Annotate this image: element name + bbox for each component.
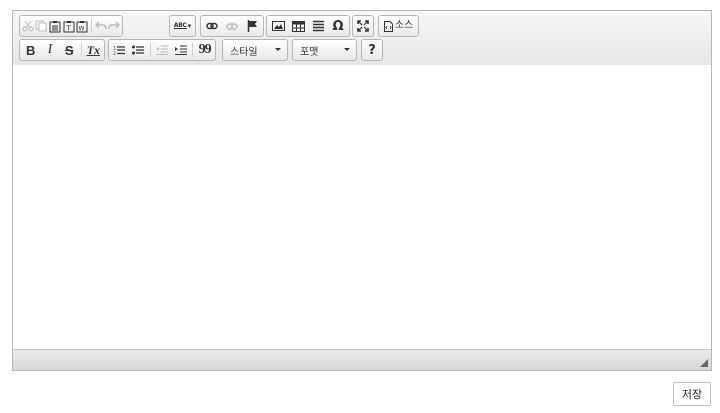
editor-status-bar bbox=[13, 349, 711, 370]
link-icon[interactable] bbox=[202, 16, 222, 36]
help-group: ? bbox=[361, 39, 383, 61]
editor-toolbar: T W ABC ▾ Ω 소스 B I S Tx 1 2 99 스타일 포맷 ? bbox=[13, 11, 711, 66]
style-dropdown-label: 스타일 bbox=[230, 46, 258, 58]
horizontal-line-icon[interactable] bbox=[308, 16, 328, 36]
source-file-icon bbox=[383, 20, 393, 32]
toolbar-separator bbox=[192, 43, 194, 57]
format-dropdown-label: 포맷 bbox=[300, 46, 319, 58]
paste-icon[interactable] bbox=[48, 16, 62, 36]
editor-content-area[interactable] bbox=[13, 65, 711, 350]
chevron-down-icon bbox=[344, 48, 350, 51]
maximize-group bbox=[352, 15, 374, 37]
svg-text:T: T bbox=[65, 24, 71, 32]
special-char-icon[interactable]: Ω bbox=[328, 16, 348, 36]
resize-handle-icon[interactable] bbox=[700, 359, 708, 367]
help-button[interactable]: ? bbox=[363, 40, 381, 60]
strikethrough-button[interactable]: S bbox=[60, 40, 79, 60]
paste-text-icon[interactable]: T bbox=[62, 16, 76, 36]
rich-text-editor: T W ABC ▾ Ω 소스 B I S Tx 1 2 99 스타일 포맷 ? bbox=[12, 10, 712, 371]
maximize-icon[interactable] bbox=[354, 16, 372, 36]
svg-text:2: 2 bbox=[113, 51, 116, 56]
spellcheck-button[interactable]: ABC ▾ bbox=[171, 16, 194, 36]
clipboard-group: T W bbox=[19, 15, 123, 37]
copy-icon[interactable] bbox=[35, 16, 49, 36]
paragraph-group: 12 99 bbox=[108, 39, 216, 61]
undo-icon[interactable] bbox=[94, 16, 108, 36]
table-icon[interactable] bbox=[288, 16, 308, 36]
numbered-list-icon[interactable]: 12 bbox=[110, 40, 129, 60]
bulleted-list-icon[interactable] bbox=[129, 40, 148, 60]
source-group: 소스 bbox=[378, 15, 419, 37]
save-button[interactable]: 저장 bbox=[673, 382, 711, 406]
basic-styles-group: B I S Tx bbox=[19, 39, 105, 61]
spellcheck-label: ABC bbox=[173, 22, 187, 29]
paste-word-icon[interactable]: W bbox=[75, 16, 89, 36]
bold-button[interactable]: B bbox=[21, 40, 40, 60]
format-dropdown[interactable]: 포맷 bbox=[292, 39, 357, 61]
redo-icon[interactable] bbox=[107, 16, 121, 36]
spellcheck-group: ABC ▾ bbox=[169, 15, 196, 37]
image-icon[interactable] bbox=[268, 16, 288, 36]
toolbar-separator bbox=[80, 43, 82, 57]
source-button[interactable]: 소스 bbox=[380, 16, 417, 36]
svg-text:1: 1 bbox=[113, 45, 116, 51]
toolbar-separator bbox=[149, 43, 151, 57]
anchor-flag-icon[interactable] bbox=[242, 16, 262, 36]
cut-icon[interactable] bbox=[21, 16, 35, 36]
remove-format-button[interactable]: Tx bbox=[84, 40, 103, 60]
outdent-icon[interactable] bbox=[153, 40, 172, 60]
insert-group: Ω bbox=[266, 15, 350, 37]
chevron-down-icon bbox=[275, 48, 281, 51]
blockquote-button[interactable]: 99 bbox=[195, 40, 214, 60]
toolbar-separator bbox=[91, 19, 92, 33]
style-dropdown[interactable]: 스타일 bbox=[222, 39, 288, 61]
source-label: 소스 bbox=[394, 20, 414, 31]
remove-format-label: Tx bbox=[86, 43, 101, 57]
link-group bbox=[200, 15, 264, 37]
italic-button[interactable]: I bbox=[40, 40, 59, 60]
svg-text:W: W bbox=[79, 25, 85, 32]
chevron-down-icon: ▾ bbox=[187, 21, 192, 30]
unlink-icon[interactable] bbox=[222, 16, 242, 36]
indent-icon[interactable] bbox=[171, 40, 190, 60]
